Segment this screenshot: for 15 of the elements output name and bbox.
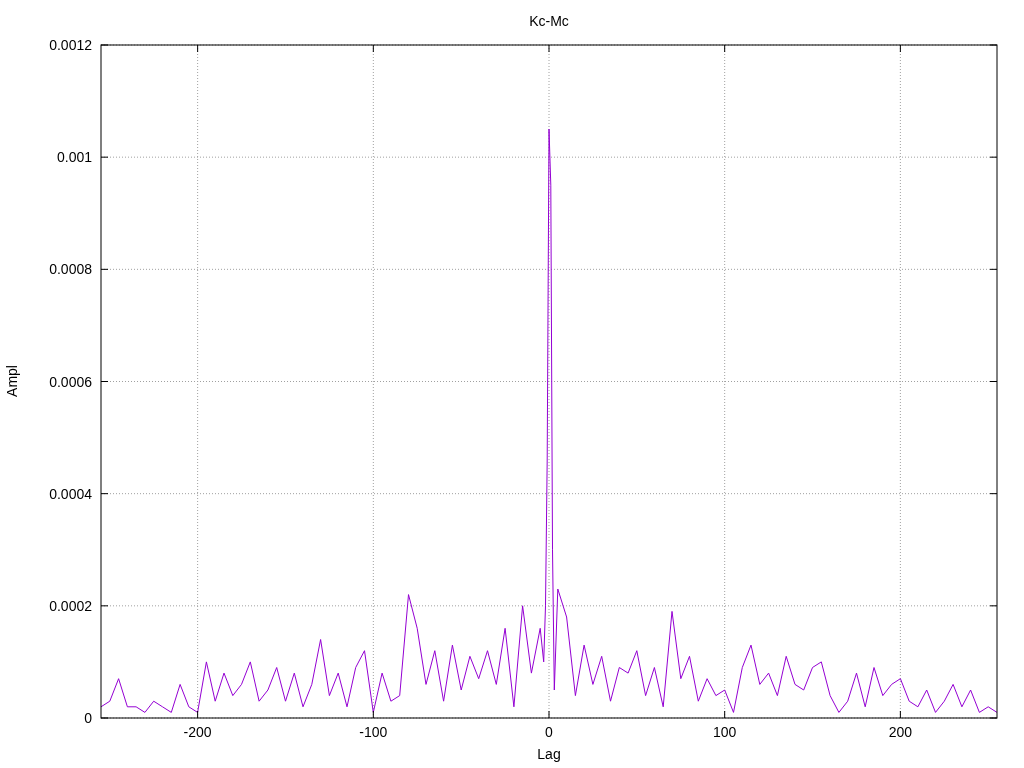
x-tick-label: -100 <box>359 724 388 740</box>
y-tick-label: 0.001 <box>56 149 92 166</box>
x-tick-label: 100 <box>713 724 737 740</box>
y-tick-label: 0 <box>84 710 92 726</box>
x-tick-label: 200 <box>888 724 913 740</box>
x-axis-label: Lag <box>537 746 561 762</box>
y-tick-label: 0.0008 <box>49 261 92 278</box>
y-tick-label: 0.0002 <box>49 597 92 614</box>
y-tick-label: 0.0012 <box>49 37 92 53</box>
chart-title: Kc-Mc <box>529 13 569 29</box>
x-tick-label: -200 <box>183 724 212 740</box>
y-tick-label: 0.0006 <box>49 373 92 390</box>
x-tick-label: 0 <box>545 724 553 740</box>
y-tick-label: 0.0004 <box>49 485 92 502</box>
y-axis-label: Ampl <box>4 365 20 397</box>
